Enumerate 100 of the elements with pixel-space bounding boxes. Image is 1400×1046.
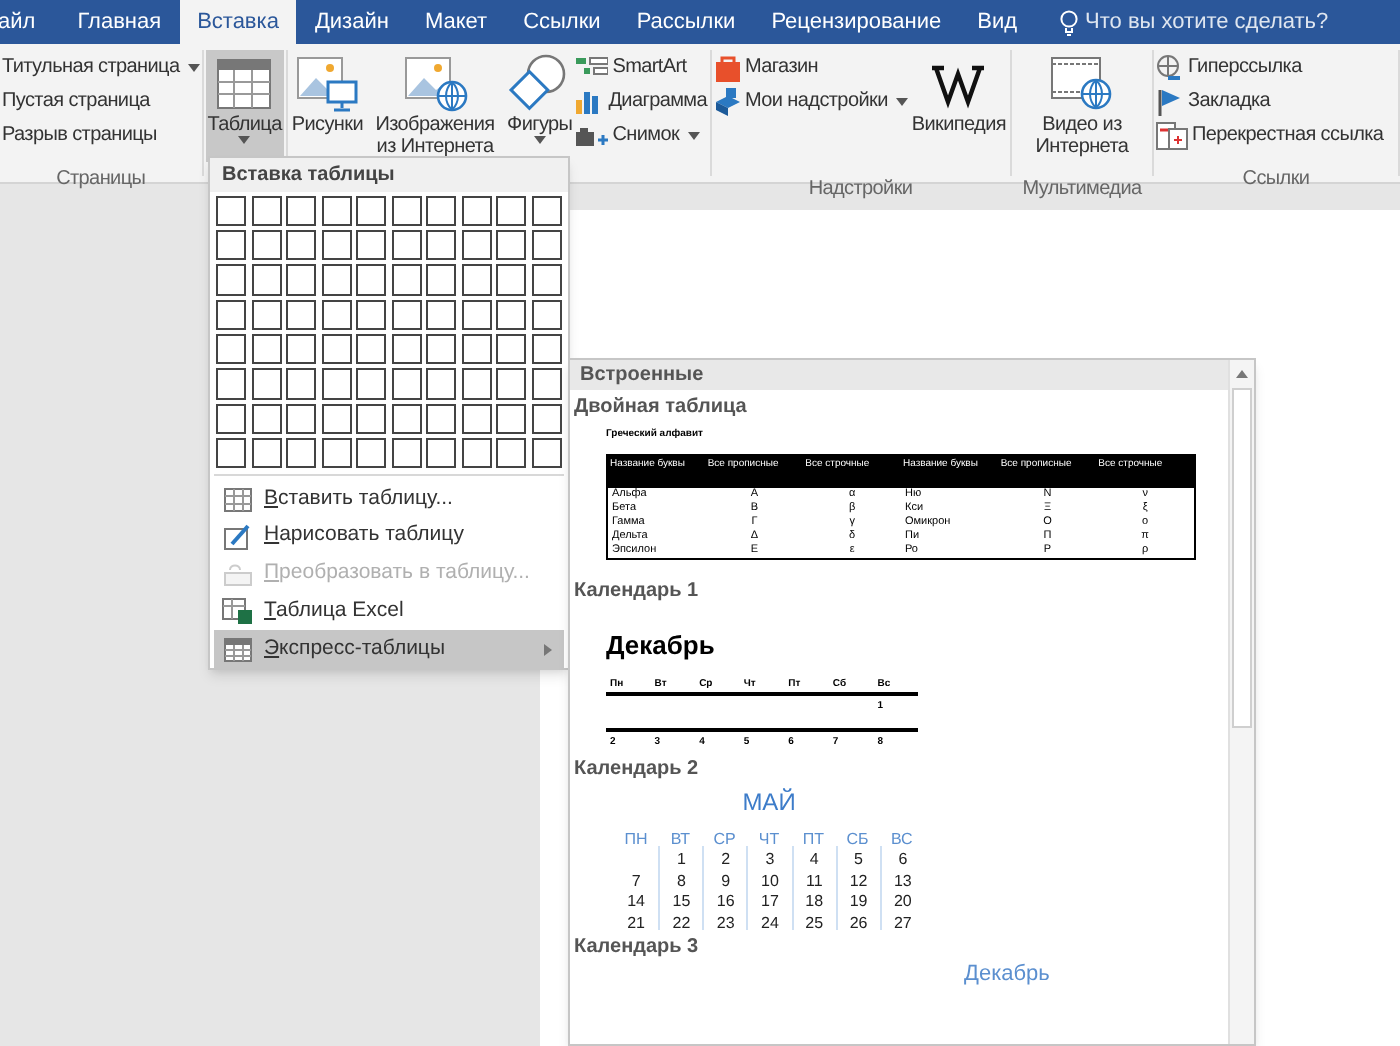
calendar-day: 18 (805, 892, 824, 910)
calendar-day: 10 (761, 871, 779, 889)
blocks-icon (713, 87, 742, 115)
cross-reference-icon (1155, 121, 1188, 149)
ribbon-button[interactable]: Перекрестная ссылка (1155, 118, 1384, 152)
picture-globe-icon (403, 54, 468, 114)
calendar-day: 5 (854, 850, 863, 868)
camera-plus-icon (576, 123, 609, 147)
section-title: Календарь 2 (574, 758, 701, 782)
globe-link-icon (1155, 53, 1184, 81)
ribbon-button[interactable]: Таблица (205, 50, 284, 162)
calendar-day: 8 (676, 871, 686, 889)
calendar-day: 7 (631, 871, 641, 889)
calendar-day: 4 (809, 850, 819, 868)
calendar-month: МАЙ (742, 788, 796, 816)
convert-table-icon (223, 562, 251, 587)
calendar-day: 27 (893, 913, 912, 931)
caret-icon (533, 136, 546, 144)
ribbon-button[interactable]: Диаграмма (576, 84, 708, 118)
weekday-label: СР (713, 830, 736, 848)
table-size-grid[interactable] (210, 191, 568, 475)
ribbon-tab[interactable]: Рецензирование (753, 0, 960, 44)
weekday-label: СБ (846, 830, 869, 848)
calendar-day: 9 (721, 871, 731, 889)
ribbon-button[interactable]: Википедия (909, 50, 1008, 162)
calendar-month: Декабрь (964, 962, 1052, 986)
pencil-table-icon (223, 523, 251, 550)
weekday-label: ВТ (670, 830, 691, 848)
menu-item[interactable]: Нарисовать таблицу (214, 517, 564, 556)
ribbon-tab[interactable]: Ссылки (505, 0, 619, 44)
group-label: Ссылки (1242, 168, 1310, 190)
ribbon-tab[interactable]: Рассылки (618, 0, 754, 44)
calendar-day: 24 (761, 913, 779, 931)
ribbon-button[interactable]: Титульная страница (2, 50, 200, 84)
weekday-label: ПТ (802, 830, 824, 848)
lightbulb-icon (1059, 9, 1078, 35)
tell-me-field[interactable]: Что вы хотите сделать? (1085, 5, 1329, 39)
calendar-day: 11 (805, 871, 823, 889)
flag-icon (1155, 87, 1184, 115)
calendar-day: 2 (721, 850, 731, 868)
shopping-bag-icon (713, 53, 742, 81)
caret-icon (187, 63, 200, 71)
weekday-label: ВС (890, 830, 913, 848)
ribbon-button[interactable]: SmartArt (576, 50, 708, 84)
ribbon-button[interactable]: Магазин (713, 50, 908, 84)
calendar-day: 23 (716, 913, 735, 931)
film-globe-icon (1049, 54, 1114, 114)
ribbon-tab[interactable]: Макет (406, 0, 506, 44)
menu-item[interactable]: Экспресс-таблицы (214, 630, 564, 668)
calendar-day: 19 (849, 892, 868, 910)
weekday-label: ЧТ (758, 830, 780, 848)
ribbon-button[interactable]: Гиперссылка (1155, 50, 1384, 84)
calendar-month: Декабрь (606, 630, 717, 662)
submenu-arrow-icon (544, 643, 552, 656)
menu-item[interactable]: Вставить таблицу... (214, 480, 564, 518)
calendar-day: 3 (765, 850, 775, 868)
section-title: Двойная таблица (574, 396, 749, 420)
calendar-day: 15 (672, 892, 691, 910)
scrollbar-thumb[interactable] (1232, 388, 1252, 728)
ribbon-tab[interactable]: Вид (959, 0, 1036, 44)
excel-table-icon (222, 598, 252, 625)
gallery-header: Встроенные (570, 360, 1228, 390)
scroll-up-arrow-icon[interactable] (1236, 370, 1248, 378)
ribbon-tab[interactable]: Главная (59, 0, 180, 44)
section-title: Календарь 3 (574, 936, 701, 960)
ribbon-button[interactable]: Мои надстройки (713, 84, 908, 118)
calendar-day: 17 (761, 892, 779, 910)
table-icon (223, 637, 251, 662)
group-label: Надстройки (808, 178, 913, 200)
picture-monitor-icon (295, 54, 360, 114)
calendar-day: 25 (805, 913, 824, 931)
calendar-day: 12 (849, 871, 868, 889)
ribbon-tab[interactable]: Вставка (179, 0, 297, 44)
calendar-day: 1 (676, 850, 686, 868)
menu-header: Вставка таблицы (210, 158, 568, 192)
ribbon-button[interactable]: Пустая страница (2, 84, 200, 118)
calendar-day: 14 (627, 892, 646, 910)
calendar-day: 20 (893, 892, 912, 910)
menu-item[interactable]: Таблица Excel (214, 592, 564, 631)
caret-icon (238, 136, 251, 144)
calendar-day: 13 (893, 871, 912, 889)
calendar-day: 21 (627, 913, 646, 931)
ribbon-button[interactable]: Закладка (1155, 84, 1384, 118)
calendar-day: 16 (716, 892, 735, 910)
group-label: Страницы (56, 168, 146, 190)
table-icon (223, 487, 251, 512)
calendar-day: 22 (672, 913, 691, 931)
weekday-label: ПН (624, 830, 648, 848)
caret-icon (895, 97, 908, 105)
ribbon-button[interactable]: Видео из Интернета (1013, 50, 1150, 162)
smartart-icon (576, 55, 609, 79)
caret-icon (687, 131, 700, 139)
table-icon (216, 58, 273, 110)
scrollbar[interactable] (1228, 360, 1254, 1044)
calendar-day: 6 (898, 850, 908, 868)
group-label: Мультимедиа (1022, 178, 1142, 200)
calendar-day: 26 (849, 913, 868, 931)
ribbon-tab[interactable]: Дизайн (296, 0, 407, 44)
ribbon-button[interactable]: Разрыв страницы (2, 118, 200, 152)
ribbon-button[interactable]: Снимок (576, 118, 708, 152)
